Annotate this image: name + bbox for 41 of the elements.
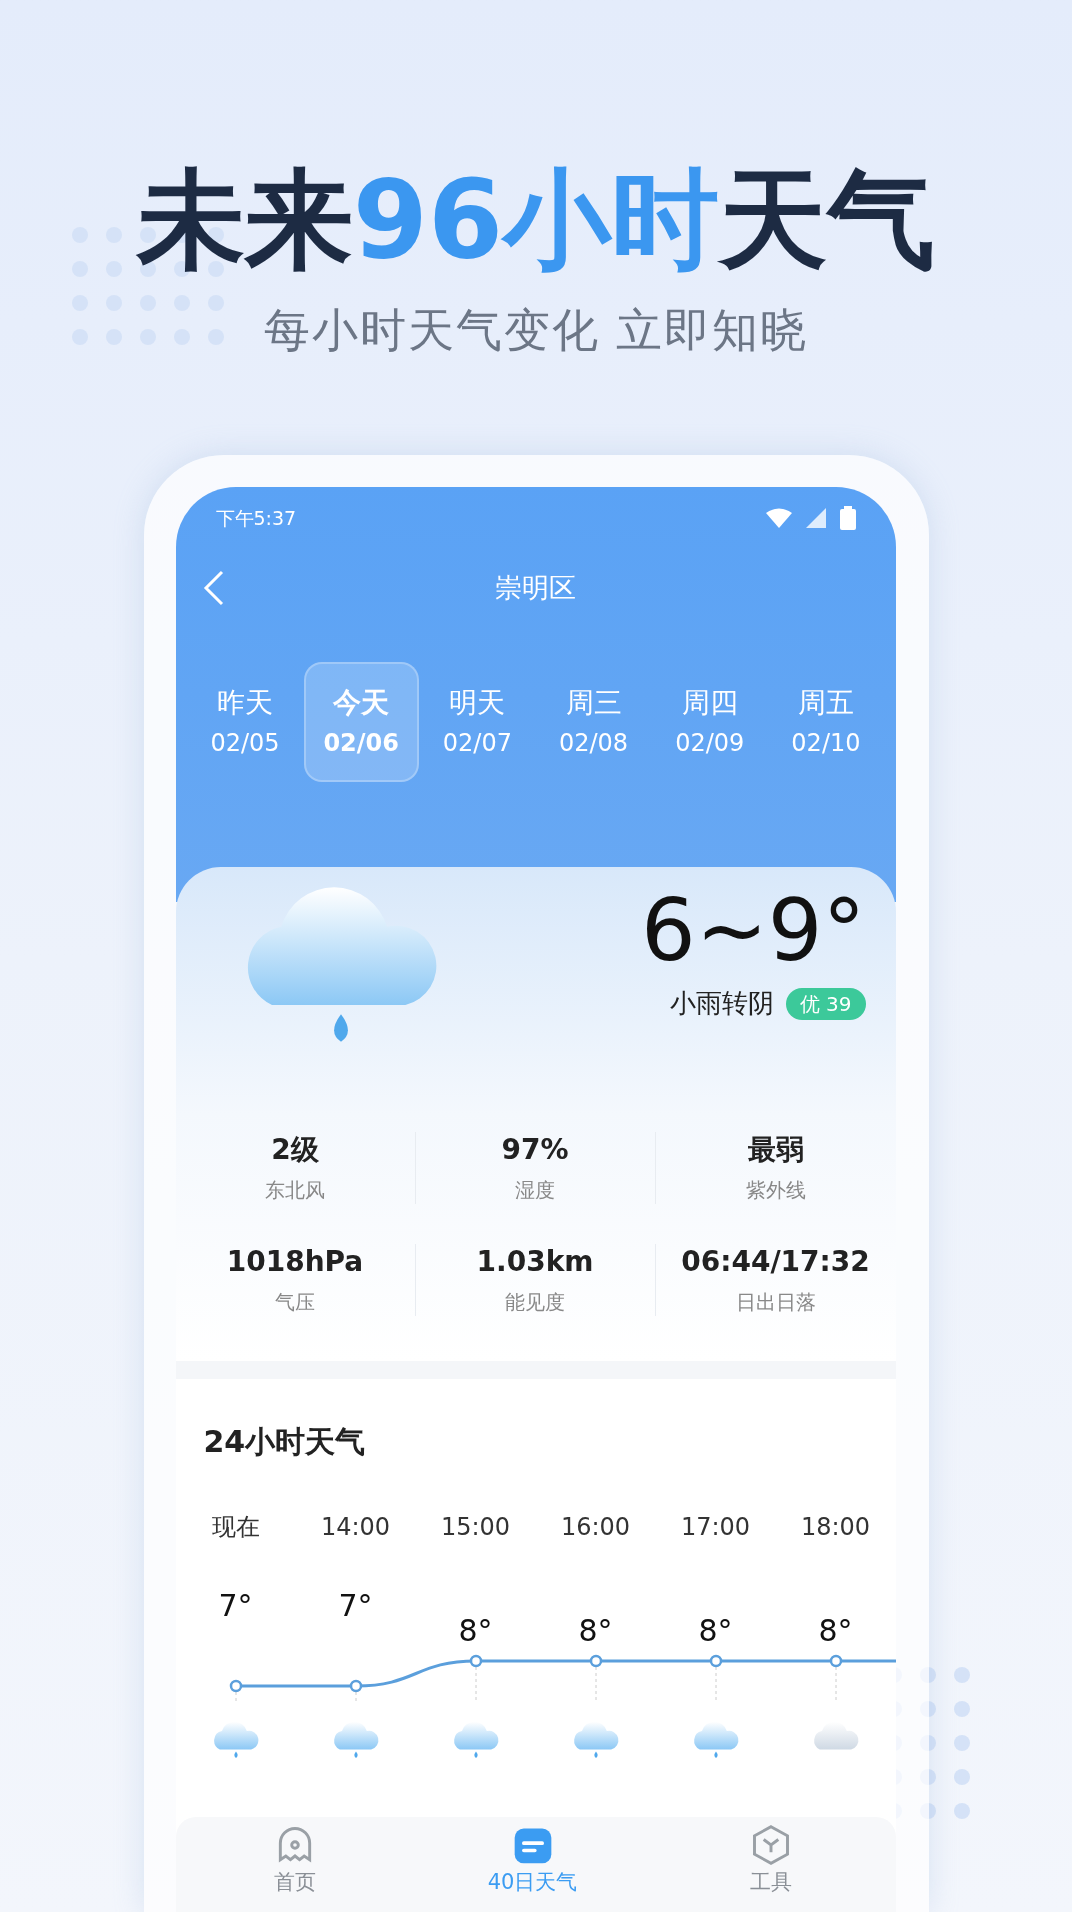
section-title: 24小时天气 bbox=[203, 1423, 367, 1461]
temperature-label: 8° bbox=[818, 1612, 853, 1650]
status-time: 下午5:37 bbox=[215, 505, 297, 531]
day-tab[interactable]: 周三 02/08 bbox=[536, 662, 652, 782]
temperature-range: 6~9° bbox=[641, 882, 866, 978]
temperature-label: 7° bbox=[218, 1587, 253, 1625]
hour-label: 现在 bbox=[210, 1512, 261, 1543]
stat-label: 日出日落 bbox=[735, 1289, 816, 1316]
stat-value: 1.03km bbox=[476, 1244, 594, 1280]
hour-label: 14:00 bbox=[319, 1512, 392, 1543]
stat-value: 06:44/17:32 bbox=[681, 1244, 870, 1280]
stat-label: 紫外线 bbox=[745, 1177, 806, 1204]
hour-label: 17:00 bbox=[679, 1512, 752, 1543]
stat-value: 1018hPa bbox=[226, 1244, 364, 1280]
day-tab[interactable]: 昨天 02/05 bbox=[187, 662, 303, 782]
temperature-label: 8° bbox=[578, 1612, 613, 1650]
day-tab[interactable]: 今天 02/06 bbox=[303, 662, 419, 782]
stat-value: 97% bbox=[501, 1132, 569, 1168]
day-tab[interactable]: 明天 02/07 bbox=[419, 662, 535, 782]
aqi-badge: 优 39 bbox=[785, 987, 866, 1020]
temperature-label: 8° bbox=[698, 1612, 733, 1650]
headline: 未来96小时天气 bbox=[136, 156, 936, 284]
nav-tab[interactable]: 40日天气 bbox=[413, 1817, 652, 1912]
stat-value: 最弱 bbox=[747, 1132, 804, 1168]
nav-tab[interactable]: 工具 bbox=[651, 1817, 890, 1912]
stat-label: 能见度 bbox=[505, 1289, 565, 1316]
nav-tab[interactable]: 首页 bbox=[175, 1817, 414, 1912]
stat-label: 气压 bbox=[275, 1289, 315, 1316]
hour-label: 15:00 bbox=[439, 1512, 512, 1543]
header-title: 崇明区 bbox=[495, 570, 576, 605]
stat-label: 湿度 bbox=[515, 1177, 555, 1204]
day-tab[interactable]: 周四 02/09 bbox=[652, 662, 768, 782]
hour-label: 16:00 bbox=[559, 1512, 632, 1543]
stat-label: 东北风 bbox=[265, 1177, 325, 1204]
subtitle: 每小时天气变化 立即知晓 bbox=[263, 302, 809, 359]
temperature-label: 7° bbox=[338, 1587, 373, 1625]
hour-label: 18:00 bbox=[799, 1512, 872, 1543]
day-tab[interactable]: 周五 02/10 bbox=[768, 662, 884, 782]
temperature-label: 8° bbox=[458, 1612, 493, 1650]
stat-value: 2级 bbox=[271, 1132, 319, 1168]
condition-text: 小雨转阴 bbox=[669, 987, 774, 1020]
